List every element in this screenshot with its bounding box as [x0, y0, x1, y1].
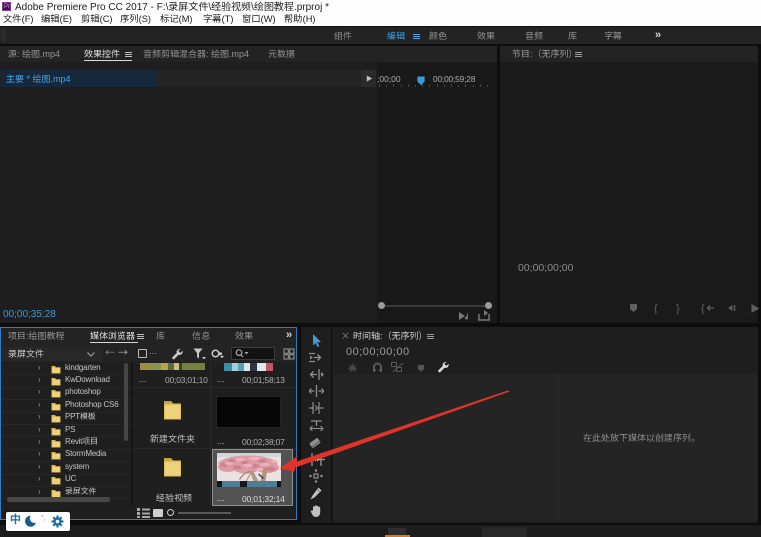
svg-text:{: {: [654, 303, 658, 314]
svg-text:}: }: [676, 303, 680, 314]
svg-text:{: {: [701, 303, 705, 314]
